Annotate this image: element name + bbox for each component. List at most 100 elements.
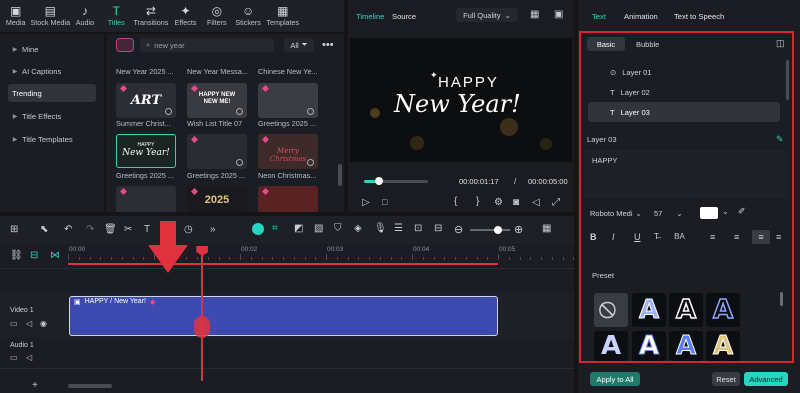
play-icon[interactable]: ▷: [362, 197, 370, 208]
tab-source[interactable]: Source: [392, 12, 416, 21]
playhead[interactable]: [194, 246, 211, 381]
chevron-right-icon: ▶: [12, 68, 18, 75]
tab-stock-media[interactable]: ▤ Stock Media: [31, 0, 71, 32]
volume-icon[interactable]: ◁: [532, 197, 540, 208]
track-lock-icon[interactable]: ▭: [10, 319, 18, 328]
filter-dropdown[interactable]: All ⏷: [284, 38, 314, 52]
link-icon[interactable]: ⛓: [10, 250, 23, 261]
image-icon[interactable]: ▧: [314, 223, 323, 234]
search-input[interactable]: ⌕ new year: [140, 38, 274, 52]
media-icon: ▣: [9, 4, 22, 18]
tab-titles[interactable]: T Titles: [101, 0, 132, 32]
title-label: Greetings 2025 ...: [187, 171, 246, 180]
ruler-tick: [541, 257, 542, 260]
title-label: Neon Christmas...: [258, 171, 317, 180]
ruler-tick-label: 00:05: [499, 246, 516, 253]
track-mute-icon[interactable]: ◁: [26, 353, 32, 362]
search-icon: ⌕: [146, 40, 151, 49]
grid-view-icon[interactable]: ▦: [542, 223, 551, 234]
layout-icon[interactable]: ⊞: [10, 224, 18, 235]
snapshot-icon[interactable]: ▣: [554, 9, 563, 20]
mark-in-icon[interactable]: {: [454, 196, 457, 207]
track-add-icon[interactable]: ⊟: [30, 250, 38, 261]
tab-animation[interactable]: Animation: [624, 12, 658, 21]
tab-transitions[interactable]: ⇄ Transitions: [132, 0, 170, 32]
tab-media[interactable]: ▣ Media: [0, 0, 31, 32]
tab-timeline[interactable]: Timeline: [356, 12, 384, 21]
title-thumb-2025[interactable]: 2025: [187, 186, 247, 212]
tab-filters[interactable]: ◎ Filters: [201, 0, 232, 32]
tab-text-to-speech[interactable]: Text to Speech: [674, 12, 724, 21]
shield-icon[interactable]: ⛉: [334, 223, 342, 234]
mixer-icon[interactable]: ☰: [394, 223, 403, 234]
zoom-slider[interactable]: [470, 226, 510, 234]
title-clip[interactable]: ▣ HAPPY / New Year! ◆: [69, 296, 498, 336]
tab-audio[interactable]: ♪ Audio: [69, 0, 100, 32]
premium-icon: [120, 85, 127, 92]
ruler-tick: [412, 254, 413, 260]
ruler-tick: [261, 257, 263, 260]
ai-title-icon[interactable]: [116, 38, 134, 52]
redo-icon[interactable]: ↷: [86, 224, 94, 235]
delete-icon[interactable]: 🗑: [104, 224, 117, 235]
horizontal-scrollbar[interactable]: [68, 384, 112, 388]
sidebar-item-title-effects[interactable]: ▶ Title Effects: [8, 107, 96, 125]
mark-out-icon[interactable]: }: [476, 196, 479, 207]
clip-icon[interactable]: ⊟: [434, 223, 442, 234]
mic-icon[interactable]: 🎙: [374, 223, 387, 234]
sidebar-item-mine[interactable]: ▶ Mine: [8, 40, 96, 58]
undo-icon[interactable]: ↶: [64, 224, 72, 235]
tab-templates[interactable]: ▦ Templates: [264, 0, 302, 32]
transform-icon[interactable]: ⊡: [414, 223, 422, 234]
ai-tool-icon[interactable]: [252, 223, 264, 235]
select-tool-icon[interactable]: ⬉: [40, 224, 48, 235]
tab-effects[interactable]: ✦ Effects: [170, 0, 201, 32]
title-thumb[interactable]: [116, 186, 176, 212]
title-thumb-greetings-2[interactable]: [187, 134, 247, 169]
title-thumb[interactable]: [258, 186, 318, 212]
sidebar-item-ai-captions[interactable]: ▶ AI Captions: [8, 62, 96, 80]
stop-icon[interactable]: □: [382, 197, 387, 207]
zoom-out-icon[interactable]: ⊖: [454, 223, 463, 236]
split-icon[interactable]: ✂: [124, 224, 132, 235]
snap-icon[interactable]: ⌗: [272, 223, 278, 234]
title-thumb-selected[interactable]: HAPPY New Year!: [116, 134, 176, 168]
ruler-tick: [250, 257, 252, 260]
advanced-button[interactable]: Advanced: [744, 372, 788, 386]
title-thumb-greetings[interactable]: [258, 83, 318, 118]
download-icon: [236, 108, 243, 115]
premium-icon: [262, 85, 269, 92]
grid-icon[interactable]: ▦: [530, 9, 539, 20]
tab-text[interactable]: Text: [592, 12, 606, 21]
title-thumb-neon[interactable]: Merry Christmas: [258, 134, 318, 169]
sidebar-item-title-templates[interactable]: ▶ Title Templates: [8, 130, 96, 148]
more-tools-icon[interactable]: »: [210, 224, 216, 235]
track-lock-icon[interactable]: ▭: [10, 353, 18, 362]
layers-icon[interactable]: ◈: [354, 223, 362, 234]
title-thumb-wish[interactable]: HAPPY NEW NEW ME!: [187, 83, 247, 118]
marker-icon[interactable]: ◩: [294, 223, 303, 234]
fullscreen-icon[interactable]: ⤢: [552, 197, 560, 208]
quality-dropdown[interactable]: Full Quality ⌄: [456, 8, 518, 22]
chevron-right-icon: ▶: [12, 46, 18, 53]
playback-slider[interactable]: [364, 177, 428, 185]
video-preview[interactable]: ✦ HAPPY New Year!: [350, 38, 572, 162]
more-icon[interactable]: •••: [322, 38, 334, 52]
track-mute-icon[interactable]: ◁: [26, 319, 32, 328]
track-eye-icon[interactable]: ◉: [40, 319, 47, 328]
magnet-icon[interactable]: ⋈: [50, 250, 60, 261]
camera-icon[interactable]: ◙: [513, 197, 519, 208]
templates-icon: ▦: [277, 4, 289, 18]
sidebar-item-trending[interactable]: Trending: [8, 84, 96, 102]
add-track-icon[interactable]: +: [32, 380, 38, 391]
render-icon[interactable]: ⚙: [494, 197, 503, 208]
reset-button[interactable]: Reset: [712, 372, 740, 386]
title-label: Greetings 2025 ...: [116, 171, 175, 180]
tab-stickers[interactable]: ☺ Stickers: [232, 0, 263, 32]
time-ruler[interactable]: 00:0000:0100:0200:0300:0400:05: [68, 246, 575, 262]
title-thumb-art[interactable]: ART: [116, 83, 176, 118]
current-time: 00:00:01:17: [459, 177, 499, 186]
scrollbar[interactable]: [338, 164, 342, 186]
apply-to-all-button[interactable]: Apply to All: [590, 372, 640, 386]
zoom-in-icon[interactable]: ⊕: [514, 223, 523, 236]
